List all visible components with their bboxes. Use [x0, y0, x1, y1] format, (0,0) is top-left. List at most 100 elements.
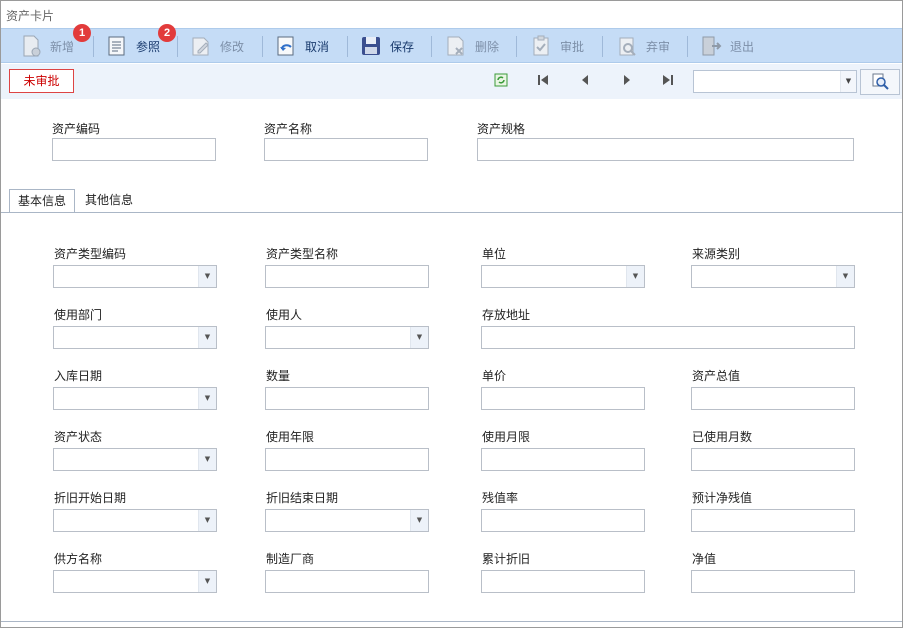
- previous-arrow-icon: [580, 74, 590, 89]
- toolbar-separator: [93, 36, 94, 57]
- cancel-button[interactable]: 取消: [274, 33, 329, 59]
- dep-end-date-picker[interactable]: ▼: [265, 509, 429, 532]
- residual-rate-input[interactable]: [481, 509, 645, 532]
- asset-code-input[interactable]: [52, 138, 216, 161]
- unit-price-input[interactable]: [481, 387, 645, 410]
- quantity-label: 数量: [266, 369, 291, 383]
- department-combo[interactable]: ▼: [53, 326, 217, 349]
- tab-other-info[interactable]: 其他信息: [77, 189, 141, 213]
- tab-strip: 基本信息 其他信息: [1, 187, 902, 213]
- chevron-down-icon[interactable]: ▼: [198, 327, 216, 348]
- last-record-button[interactable]: [658, 71, 678, 91]
- supplier-name-combo[interactable]: ▼: [53, 570, 217, 593]
- first-record-button[interactable]: [533, 71, 553, 91]
- accum-depreciation-input[interactable]: [481, 570, 645, 593]
- asset-spec-input[interactable]: [477, 138, 854, 161]
- toolbar-separator: [516, 36, 517, 57]
- step-badge-2: 2: [158, 24, 176, 42]
- toolbar-separator: [177, 36, 178, 57]
- exit-button[interactable]: 退出: [699, 33, 754, 59]
- asset-type-code-combo[interactable]: ▼: [53, 265, 217, 288]
- source-type-label: 来源类别: [692, 247, 741, 261]
- chevron-down-icon[interactable]: ▼: [410, 327, 428, 348]
- panel-bottom-border: [1, 621, 902, 622]
- est-net-residual-label: 预计净残值: [692, 491, 753, 505]
- cancel-button-label: 取消: [305, 39, 330, 54]
- save-button-label: 保存: [390, 39, 415, 54]
- useful-life-label: 使用年限: [266, 430, 315, 444]
- refresh-icon: [493, 72, 509, 91]
- manufacturer-input[interactable]: [265, 570, 429, 593]
- search-button[interactable]: [860, 69, 900, 95]
- chevron-down-icon[interactable]: ▼: [840, 71, 856, 92]
- chevron-down-icon[interactable]: ▼: [198, 266, 216, 287]
- chevron-down-icon[interactable]: ▼: [626, 266, 644, 287]
- source-type-combo[interactable]: ▼: [691, 265, 855, 288]
- previous-record-button[interactable]: [575, 71, 595, 91]
- delete-button-label: 删除: [475, 39, 500, 54]
- reference-button-label: 参照: [136, 39, 161, 54]
- chevron-down-icon[interactable]: ▼: [198, 571, 216, 592]
- next-record-button[interactable]: [617, 71, 637, 91]
- save-button[interactable]: 保存: [359, 33, 414, 59]
- toolbar: 新增 1 参照 2 修改 取消 保存 删除 审批 弃审 退出: [1, 24, 902, 63]
- new-button[interactable]: 新增: [19, 33, 74, 59]
- unit-price-label: 单价: [482, 369, 507, 383]
- asset-name-input[interactable]: [264, 138, 428, 161]
- unit-label: 单位: [482, 247, 507, 261]
- manufacturer-label: 制造厂商: [266, 552, 315, 566]
- chevron-down-icon[interactable]: ▼: [198, 510, 216, 531]
- user-combo[interactable]: ▼: [265, 326, 429, 349]
- edit-button-label: 修改: [220, 39, 245, 54]
- supplier-name-label: 供方名称: [54, 552, 103, 566]
- total-value-input[interactable]: [691, 387, 855, 410]
- window-title: 资产卡片: [6, 9, 55, 23]
- quantity-input[interactable]: [265, 387, 429, 410]
- months-of-use-input[interactable]: [481, 448, 645, 471]
- refresh-button[interactable]: [491, 71, 511, 91]
- toolbar-separator: [347, 36, 348, 57]
- delete-button[interactable]: 删除: [444, 33, 499, 59]
- unapprove-search-icon: [615, 34, 639, 58]
- asset-type-name-label: 资产类型名称: [266, 247, 339, 261]
- entry-date-picker[interactable]: ▼: [53, 387, 217, 410]
- unapprove-button[interactable]: 弃审: [615, 33, 670, 59]
- dep-start-date-picker[interactable]: ▼: [53, 509, 217, 532]
- tab-basic-info[interactable]: 基本信息: [9, 189, 76, 213]
- next-arrow-icon: [622, 74, 632, 89]
- chevron-down-icon[interactable]: ▼: [836, 266, 854, 287]
- chevron-down-icon[interactable]: ▼: [198, 449, 216, 470]
- user-label: 使用人: [266, 308, 303, 322]
- chevron-down-icon[interactable]: ▼: [410, 510, 428, 531]
- toolbar-separator: [687, 36, 688, 57]
- toolbar-separator: [431, 36, 432, 57]
- toolbar-separator: [262, 36, 263, 57]
- reference-doc-icon: [105, 34, 129, 58]
- dep-start-date-label: 折旧开始日期: [54, 491, 127, 505]
- total-value-label: 资产总值: [692, 369, 741, 383]
- record-nav-bar: 未审批 ▼: [1, 64, 902, 99]
- location-label: 存放地址: [482, 308, 531, 322]
- chevron-down-icon[interactable]: ▼: [198, 388, 216, 409]
- net-value-input[interactable]: [691, 570, 855, 593]
- exit-door-icon: [699, 34, 723, 58]
- approve-button[interactable]: 审批: [529, 33, 584, 59]
- search-icon: [871, 72, 889, 93]
- unit-combo[interactable]: ▼: [481, 265, 645, 288]
- location-input[interactable]: [481, 326, 855, 349]
- approval-status-badge: 未审批: [9, 69, 74, 93]
- reference-button[interactable]: 参照: [105, 33, 160, 59]
- asset-type-name-input[interactable]: [265, 265, 429, 288]
- months-used-label: 已使用月数: [692, 430, 753, 444]
- useful-life-input[interactable]: [265, 448, 429, 471]
- edit-button[interactable]: 修改: [189, 33, 244, 59]
- months-used-input[interactable]: [691, 448, 855, 471]
- title-bar: 资产卡片: [1, 1, 902, 28]
- approve-clipboard-icon: [529, 34, 553, 58]
- residual-rate-label: 残值率: [482, 491, 519, 505]
- toolbar-separator: [602, 36, 603, 57]
- est-net-residual-input[interactable]: [691, 509, 855, 532]
- delete-doc-icon: [444, 34, 468, 58]
- record-search-select[interactable]: ▼: [693, 70, 857, 93]
- asset-status-combo[interactable]: ▼: [53, 448, 217, 471]
